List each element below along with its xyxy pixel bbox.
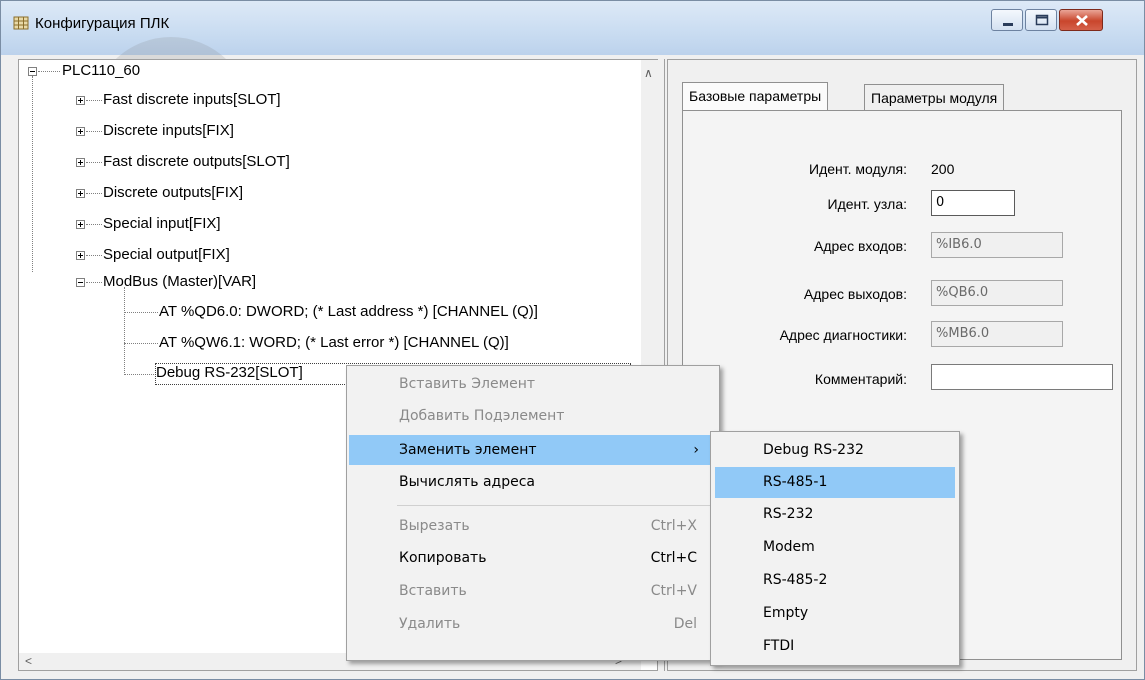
menu-item-calc-addresses[interactable]: Вычислять адреса [349,467,717,497]
expand-icon[interactable] [76,158,85,167]
replace-element-submenu: Debug RS-232 RS-485-1 RS-232 Modem RS-48… [710,431,960,666]
submenu-item-empty[interactable]: Empty [715,598,955,629]
node-id-label: Идент. узла: [827,196,908,212]
menu-item-insert-element[interactable]: Вставить Элемент [349,369,717,399]
close-button[interactable] [1059,9,1103,31]
close-icon [1076,15,1088,26]
expand-icon[interactable] [76,220,85,229]
tree-connector [124,374,154,375]
menu-item-label: Вставить Элемент [399,376,536,392]
tree-connector [86,131,102,132]
expand-icon[interactable] [76,189,85,198]
tree-item-discrete-outputs[interactable]: Discrete outputs[FIX] [103,184,243,201]
tab-base-params[interactable]: Базовые параметры [682,82,829,110]
window-title: Конфигурация ПЛК [35,15,170,32]
submenu-item-label: Modem [763,539,815,555]
tree-root-plc[interactable]: PLC110_60 [62,62,140,79]
tree-connector [86,162,102,163]
menu-item-replace-element[interactable]: Заменить элемент › [349,435,717,465]
submenu-item-label: Debug RS-232 [763,442,864,458]
tree-connector [124,312,158,313]
comment-label: Комментарий: [814,371,907,387]
menu-item-cut[interactable]: Вырезать Ctrl+X [349,511,717,541]
tree-connector [86,282,102,283]
title-bar[interactable]: Конфигурация ПЛК [1,1,1144,55]
menu-item-label: Вставить [399,583,467,599]
collapse-icon[interactable] [76,278,85,287]
tree-item-modbus-master[interactable]: ModBus (Master)[VAR] [103,273,256,290]
menu-item-delete[interactable]: Удалить Del [349,609,717,639]
menu-item-label: Вычислять адреса [399,474,535,490]
collapse-icon[interactable] [28,67,37,76]
submenu-item-label: RS-232 [763,506,814,522]
plc-config-icon [13,16,29,30]
tree-item-special-input[interactable]: Special input[FIX] [103,215,221,232]
tree-connector [86,255,102,256]
tree-connector [86,100,102,101]
submenu-item-label: Empty [763,605,809,621]
scroll-up-icon[interactable]: ∧ [644,66,653,80]
chevron-right-icon: › [693,442,699,458]
menu-item-label: Удалить [399,616,461,632]
menu-shortcut: Ctrl+V [650,583,697,599]
menu-item-add-subelement[interactable]: Добавить Подэлемент [349,401,717,431]
tab-module-params[interactable]: Параметры модуля [864,84,1005,110]
submenu-item-modem[interactable]: Modem [715,532,955,563]
module-id-value: 200 [931,161,955,177]
menu-item-paste[interactable]: Вставить Ctrl+V [349,576,717,606]
diag-address-label: Адрес диагностики: [779,327,907,343]
minimize-icon [1003,23,1013,26]
expand-icon[interactable] [76,96,85,105]
input-address-field: %IB6.0 [931,232,1063,258]
tree-item-channel-last-error[interactable]: AT %QW6.1: WORD; (* Last error *) [CHANN… [159,334,509,351]
tree-item-discrete-inputs[interactable]: Discrete inputs[FIX] [103,122,234,139]
input-address-label: Адрес входов: [813,238,907,254]
tree-connector [86,193,102,194]
module-id-label: Идент. модуля: [809,161,907,177]
submenu-item-label: RS-485-1 [763,474,828,490]
output-address-label: Адрес выходов: [803,286,907,302]
menu-item-label: Заменить элемент [399,442,537,458]
submenu-item-label: RS-485-2 [763,572,828,588]
menu-item-label: Вырезать [399,518,470,534]
menu-shortcut: Ctrl+C [650,550,697,566]
minimize-button[interactable] [991,9,1023,31]
tree-item-channel-last-address[interactable]: AT %QD6.0: DWORD; (* Last address *) [CH… [159,303,538,320]
submenu-item-rs485-1[interactable]: RS-485-1 [715,467,955,498]
tree-connector [38,71,60,72]
tree-item-fast-discrete-inputs[interactable]: Fast discrete inputs[SLOT] [103,91,281,108]
tree-connector [32,76,33,272]
menu-separator [397,505,715,506]
submenu-item-rs485-2[interactable]: RS-485-2 [715,565,955,596]
menu-shortcut: Ctrl+X [650,518,697,534]
tree-connector [124,343,158,344]
expand-icon[interactable] [76,251,85,260]
maximize-button[interactable] [1025,9,1057,31]
menu-item-copy[interactable]: Копировать Ctrl+C [349,543,717,573]
submenu-item-label: FTDI [763,638,795,654]
submenu-item-debug-rs232[interactable]: Debug RS-232 [715,435,955,466]
menu-shortcut: Del [673,616,697,632]
scroll-left-icon[interactable]: < [25,654,32,668]
maximize-icon [1035,14,1049,26]
diag-address-field: %MB6.0 [931,321,1063,347]
output-address-field: %QB6.0 [931,280,1063,306]
tree-item-special-output[interactable]: Special output[FIX] [103,246,230,263]
menu-item-label: Копировать [399,550,487,566]
expand-icon[interactable] [76,127,85,136]
submenu-item-rs232[interactable]: RS-232 [715,499,955,530]
submenu-item-ftdi[interactable]: FTDI [715,631,955,662]
tree-item-fast-discrete-outputs[interactable]: Fast discrete outputs[SLOT] [103,153,290,170]
comment-field[interactable] [931,364,1113,390]
tree-connector [86,224,102,225]
context-menu: Вставить Элемент Добавить Подэлемент Зам… [346,365,720,661]
tree-connector [124,287,125,375]
tree-item-label: Debug RS-232[SLOT] [156,364,303,381]
node-id-field[interactable]: 0 [931,190,1015,216]
menu-item-label: Добавить Подэлемент [399,408,565,424]
